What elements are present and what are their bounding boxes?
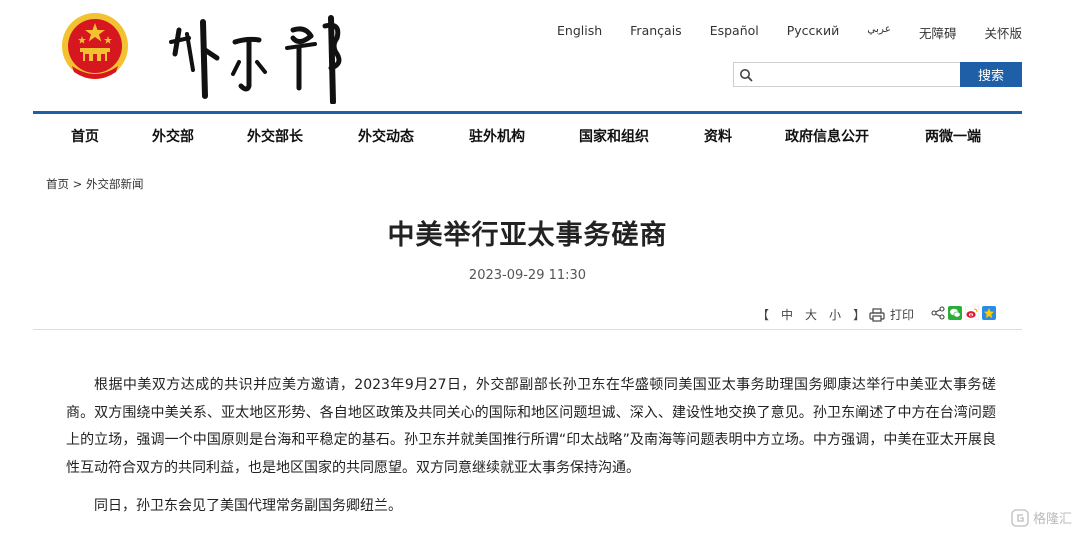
font-size-medium-button[interactable]: 大 (805, 306, 817, 323)
article-paragraph: 根据中美双方达成的共识并应美方邀请，2023年9月27日，外交部副部长孙卫东在华… (66, 377, 996, 476)
article-tools: 【 中 大 小 】 打印 (0, 306, 1080, 326)
print-label: 打印 (890, 308, 915, 322)
font-bracket-close: 】 (853, 308, 866, 322)
search-icon (740, 69, 753, 82)
breadcrumb-home-link[interactable]: 首页 (46, 177, 69, 191)
search-input[interactable] (734, 63, 960, 86)
share-bar (931, 306, 996, 320)
weibo-icon[interactable] (965, 306, 979, 320)
wechat-icon[interactable] (948, 306, 962, 320)
nav-item-minister[interactable]: 外交部长 (247, 126, 303, 146)
breadcrumb-separator: > (72, 177, 83, 191)
article-date: 2023-09-29 11:30 (468, 268, 587, 283)
nav-item-gov-info[interactable]: 政府信息公开 (785, 126, 869, 146)
font-size-control: 【 中 大 小 】 (757, 306, 877, 323)
nav-item-countries[interactable]: 国家和组织 (579, 126, 649, 146)
accessibility-link[interactable]: 无障碍 (919, 23, 957, 42)
font-size-large-button[interactable]: 中 (781, 306, 793, 323)
language-bar: English Français Español Русский عربي 无障… (529, 23, 1022, 42)
nav-item-missions[interactable]: 驻外机构 (469, 126, 525, 146)
nav-item-social-media[interactable]: 两微一端 (925, 126, 981, 146)
font-bracket-open: 【 (757, 308, 770, 322)
main-nav: 首页 外交部 外交部长 外交动态 驻外机构 国家和组织 资料 政府信息公开 两微… (33, 114, 1022, 156)
breadcrumb-section-link[interactable]: 外交部新闻 (86, 177, 144, 191)
watermark: 格隆汇 (1011, 508, 1072, 527)
article-title: 中美举行亚太事务磋商 (387, 220, 668, 251)
font-size-small-button[interactable]: 小 (829, 306, 841, 323)
qzone-icon[interactable] (982, 306, 996, 320)
search-bar: 搜索 (733, 62, 1022, 87)
ministry-calligraphy-logo[interactable] (165, 8, 355, 104)
nav-item-home[interactable]: 首页 (71, 126, 99, 146)
nav-item-ministry[interactable]: 外交部 (152, 126, 194, 146)
lang-english-link[interactable]: English (557, 23, 602, 42)
search-box (733, 62, 960, 87)
breadcrumb: 首页 > 外交部新闻 (46, 176, 143, 192)
nav-item-resources[interactable]: 资料 (704, 126, 732, 146)
watermark-text: 格隆汇 (1032, 512, 1072, 527)
share-icon[interactable] (931, 306, 945, 320)
lang-spanish-link[interactable]: Español (710, 23, 759, 42)
site-header: English Français Español Русский عربي 无障… (0, 0, 1080, 112)
search-button[interactable]: 搜索 (960, 62, 1022, 87)
print-button[interactable]: 打印 (869, 306, 914, 323)
gelonghui-logo-icon (1011, 508, 1029, 527)
nav-item-activities[interactable]: 外交动态 (358, 126, 414, 146)
article-body: 根据中美双方达成的共识并应美方邀请，2023年9月27日，外交部副部长孙卫东在华… (66, 372, 996, 532)
care-version-link[interactable]: 关怀版 (984, 23, 1022, 42)
article-paragraph: 同日，孙卫东会见了美国代理常务副国务卿纽兰。 (94, 498, 402, 514)
lang-arabic-link[interactable]: عربي (867, 23, 891, 42)
national-emblem-logo[interactable] (58, 10, 132, 86)
lang-russian-link[interactable]: Русский (787, 23, 839, 42)
lang-french-link[interactable]: Français (630, 23, 682, 42)
tools-divider (33, 329, 1022, 330)
printer-icon (869, 307, 885, 322)
